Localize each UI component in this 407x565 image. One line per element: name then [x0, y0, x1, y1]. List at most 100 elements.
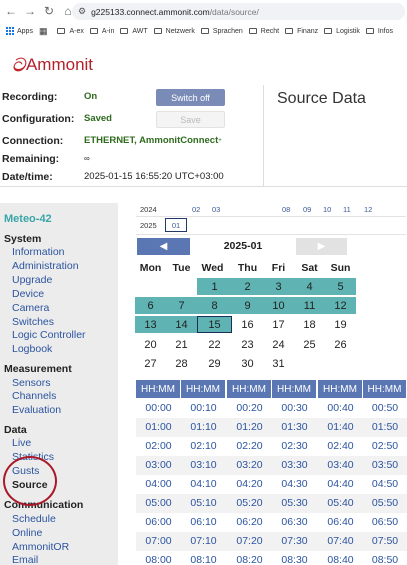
time-link[interactable]: 01:30	[272, 418, 317, 437]
next-month-button[interactable]: ▶	[296, 238, 347, 255]
sidebar-item-ammonitor[interactable]: AmmonitOR	[12, 541, 69, 553]
save-button[interactable]: Save	[156, 111, 225, 128]
time-link[interactable]: 05:30	[272, 494, 317, 513]
calendar-day[interactable]: 11	[294, 297, 325, 314]
reload-icon[interactable]: ↻	[41, 3, 57, 19]
time-link[interactable]: 02:40	[318, 437, 363, 456]
site-info-icon[interactable]: ⚙	[78, 6, 86, 17]
sidebar-item-camera[interactable]: Camera	[12, 302, 49, 314]
calendar-day[interactable]: 2	[232, 278, 263, 295]
sidebar-item-upgrade[interactable]: Upgrade	[12, 274, 52, 286]
time-link[interactable]: 08:00	[136, 551, 181, 565]
sidebar-item-email[interactable]: Email	[12, 554, 38, 565]
time-link[interactable]: 00:50	[363, 399, 407, 418]
bookmark-folder[interactable]: Sprachen	[200, 28, 243, 35]
month-link[interactable]: 12	[364, 205, 372, 214]
time-link[interactable]: 00:20	[227, 399, 272, 418]
time-link[interactable]: 07:00	[136, 532, 181, 551]
time-link[interactable]: 00:40	[318, 399, 363, 418]
bookmark-folder[interactable]: A-in	[89, 28, 114, 35]
sidebar-item-administration[interactable]: Administration	[12, 260, 79, 272]
time-link[interactable]: 00:00	[136, 399, 181, 418]
time-link[interactable]: 06:00	[136, 513, 181, 532]
time-link[interactable]: 01:20	[227, 418, 272, 437]
sidebar-item-information[interactable]: Information	[12, 246, 65, 258]
time-link[interactable]: 00:30	[272, 399, 317, 418]
calendar-day[interactable]: 7	[166, 297, 197, 314]
time-link[interactable]: 07:20	[227, 532, 272, 551]
station-name[interactable]: Meteo-42	[4, 213, 52, 225]
month-link[interactable]: 03	[212, 205, 220, 214]
time-link[interactable]: 07:50	[363, 532, 407, 551]
calendar-day[interactable]: 1	[197, 278, 232, 295]
time-link[interactable]: 03:40	[318, 456, 363, 475]
calendar-day[interactable]: 9	[232, 297, 263, 314]
sidebar-item-logbook[interactable]: Logbook	[12, 343, 52, 355]
time-link[interactable]: 05:50	[363, 494, 407, 513]
sidebar-item-schedule[interactable]: Schedule	[12, 513, 56, 525]
time-link[interactable]: 08:40	[318, 551, 363, 565]
bookmark-folder[interactable]: A-ex	[57, 28, 84, 35]
time-link[interactable]: 08:50	[363, 551, 407, 565]
time-link[interactable]: 04:40	[318, 475, 363, 494]
time-link[interactable]: 05:00	[136, 494, 181, 513]
prev-month-button[interactable]: ◀	[137, 238, 190, 255]
bookmark-apps[interactable]: Apps	[6, 27, 33, 35]
ammonit-logo[interactable]: ට Ammonit	[12, 55, 93, 76]
time-link[interactable]: 04:10	[181, 475, 226, 494]
sidebar-item-device[interactable]: Device	[12, 288, 44, 300]
time-link[interactable]: 02:50	[363, 437, 407, 456]
time-link[interactable]: 04:30	[272, 475, 317, 494]
back-icon[interactable]: ←	[3, 3, 19, 19]
calendar-day[interactable]: 8	[197, 297, 232, 314]
time-link[interactable]: 00:10	[181, 399, 226, 418]
time-link[interactable]: 02:20	[227, 437, 272, 456]
time-link[interactable]: 07:40	[318, 532, 363, 551]
address-bar[interactable]: ⚙ g225133.connect.ammonit.com/data/sourc…	[72, 3, 405, 20]
time-link[interactable]: 08:30	[272, 551, 317, 565]
time-link[interactable]: 02:10	[181, 437, 226, 456]
time-link[interactable]: 07:10	[181, 532, 226, 551]
forward-icon[interactable]: →	[22, 3, 38, 19]
month-link[interactable]: 11	[343, 205, 351, 214]
time-link[interactable]: 03:30	[272, 456, 317, 475]
calendar-day[interactable]: 6	[135, 297, 166, 314]
time-link[interactable]: 06:50	[363, 513, 407, 532]
calendar-day[interactable]: 4	[294, 278, 325, 295]
calendar-day[interactable]: 15	[197, 316, 232, 333]
calendar-day[interactable]: 10	[263, 297, 294, 314]
time-link[interactable]: 05:10	[181, 494, 226, 513]
sidebar-item-live[interactable]: Live	[12, 437, 31, 449]
time-link[interactable]: 03:20	[227, 456, 272, 475]
time-link[interactable]: 01:40	[318, 418, 363, 437]
time-link[interactable]: 06:30	[272, 513, 317, 532]
time-link[interactable]: 05:20	[227, 494, 272, 513]
bookmark-folder[interactable]: Finanz	[285, 28, 318, 35]
bookmark-folder[interactable]: AWT	[120, 28, 148, 35]
time-link[interactable]: 03:50	[363, 456, 407, 475]
calendar-day[interactable]: 3	[263, 278, 294, 295]
time-link[interactable]: 02:00	[136, 437, 181, 456]
month-link[interactable]: 08	[282, 205, 290, 214]
switch-off-button[interactable]: Switch off	[156, 89, 225, 106]
sidebar-item-channels[interactable]: Channels	[12, 390, 56, 402]
bookmark-folder[interactable]: Netzwerk	[153, 28, 195, 35]
sidebar-item-evaluation[interactable]: Evaluation	[12, 404, 61, 416]
sidebar-item-online[interactable]: Online	[12, 527, 42, 539]
sidebar-item-sensors[interactable]: Sensors	[12, 377, 51, 389]
time-link[interactable]: 01:00	[136, 418, 181, 437]
time-link[interactable]: 04:00	[136, 475, 181, 494]
calendar-day[interactable]: 5	[325, 278, 356, 295]
time-link[interactable]: 08:10	[181, 551, 226, 565]
time-link[interactable]: 06:40	[318, 513, 363, 532]
tab-groups-icon[interactable]: ▦	[39, 26, 52, 37]
time-link[interactable]: 04:20	[227, 475, 272, 494]
time-link[interactable]: 06:10	[181, 513, 226, 532]
calendar-day[interactable]: 14	[166, 316, 197, 333]
time-link[interactable]: 04:50	[363, 475, 407, 494]
bookmark-folder[interactable]: Recht	[248, 28, 279, 35]
time-link[interactable]: 02:30	[272, 437, 317, 456]
time-link[interactable]: 03:10	[181, 456, 226, 475]
time-link[interactable]: 08:20	[227, 551, 272, 565]
time-link[interactable]: 01:10	[181, 418, 226, 437]
